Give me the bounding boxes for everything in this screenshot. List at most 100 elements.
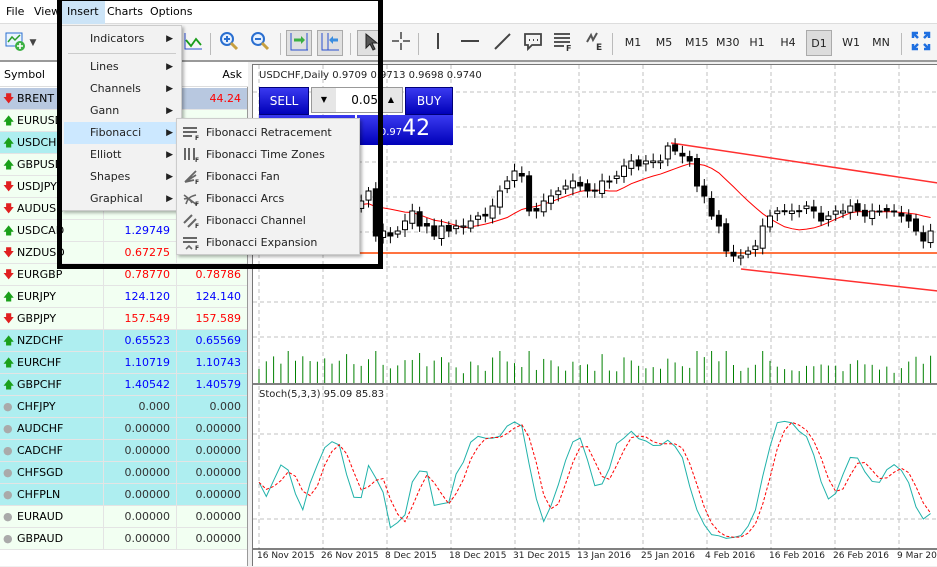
symbol-name: GBPUSD (17, 158, 64, 171)
submenu-item-fibonacci-expansion[interactable]: F Fibonacci Expansion (179, 232, 357, 254)
candle-body (737, 255, 744, 259)
menu-insert[interactable]: Insert (61, 0, 105, 24)
menu-item-elliott[interactable]: Elliott ▶ (64, 144, 179, 166)
ask-price: 157.589 (195, 312, 242, 325)
buy-button[interactable]: BUY (405, 87, 453, 115)
submenu-item-fibonacci-fan[interactable]: F Fibonacci Fan (179, 166, 357, 188)
timeframe-w1[interactable]: W1 (838, 30, 864, 56)
candle-body (416, 211, 423, 227)
fullscreen-icon[interactable] (908, 30, 934, 56)
market-watch-row[interactable]: 🡅 NZDCHF 0.65523 0.65569 (0, 330, 247, 352)
market-watch-row[interactable]: ● CADCHF 0.00000 0.00000 (0, 440, 247, 462)
market-watch-row[interactable]: ● AUDCHF 0.00000 0.00000 (0, 418, 247, 440)
candle-body (584, 183, 591, 192)
candle-body (409, 210, 416, 224)
ask-price: 0.000 (209, 400, 242, 413)
market-watch-row[interactable]: 🡅 EURJPY 124.120 124.140 (0, 286, 247, 308)
market-watch-row[interactable]: 🡅 EURCHF 1.10719 1.10743 (0, 352, 247, 374)
timeframe-m1[interactable]: M1 (620, 30, 646, 56)
menu-options[interactable]: Options (144, 0, 198, 24)
menu-file[interactable]: File (0, 0, 30, 24)
trendline-icon[interactable] (489, 30, 515, 56)
timeframe-d1[interactable]: D1 (806, 30, 832, 56)
column-header-ask[interactable]: Ask (222, 68, 242, 81)
neutral-dot-icon: ● (3, 466, 13, 479)
menu-item-lines[interactable]: Lines ▶ (64, 56, 179, 78)
timeframe-m15[interactable]: M15 (681, 30, 713, 56)
fibonacci-icon[interactable]: F (550, 30, 576, 56)
symbol-name: EURCHF (17, 356, 62, 369)
menu-item-label: Fibonacci (90, 126, 142, 139)
chart-shift-icon[interactable] (317, 30, 343, 56)
candle-body (423, 223, 430, 227)
buy-price-pips: 42 (402, 116, 431, 141)
vertical-line-icon[interactable] (425, 30, 451, 56)
market-watch-row[interactable]: ● EURAUD 0.00000 0.00000 (0, 506, 247, 528)
menu-item-graphical[interactable]: Graphical ▶ (64, 188, 179, 210)
lot-size-input[interactable]: 0.05 (336, 88, 380, 112)
menu-item-indicators[interactable]: Indicators ▶ (64, 28, 179, 50)
menu-item-gann[interactable]: Gann ▶ (64, 100, 179, 122)
menu-item-shapes[interactable]: Shapes ▶ (64, 166, 179, 188)
menu-item-fibonacci[interactable]: Fibonacci ▶ (64, 122, 179, 144)
neutral-dot-icon: ● (3, 510, 13, 523)
candle-body (832, 210, 839, 215)
new-chart-icon[interactable] (2, 30, 28, 56)
zoom-out-icon[interactable] (247, 30, 273, 56)
candle-body (628, 160, 635, 169)
timeframe-mn[interactable]: MN (868, 30, 894, 56)
lot-size-stepper[interactable]: ▼ 0.05 ▲ (311, 87, 403, 113)
symbol-name: AUDUSD (17, 202, 65, 215)
neutral-dot-icon: ● (3, 422, 13, 435)
submenu-item-fibonacci-channel[interactable]: F Fibonacci Channel (179, 210, 357, 232)
neutral-dot-icon: ● (3, 488, 13, 501)
text-label-icon[interactable] (520, 30, 546, 56)
lot-decrease-button[interactable]: ▼ (312, 88, 336, 112)
elliott-icon[interactable]: E (582, 30, 608, 56)
submenu-item-fibonacci-arcs[interactable]: F Fibonacci Arcs (179, 188, 357, 210)
symbol-name: GBPCHF (17, 378, 62, 391)
submenu-item-fibonacci-retracement[interactable]: F Fibonacci Retracement (179, 122, 357, 144)
candle-body (475, 215, 481, 220)
zoom-in-icon[interactable] (216, 30, 242, 56)
candle-body (511, 170, 518, 182)
menu-item-label: Graphical (90, 192, 143, 205)
menu-separator (68, 53, 176, 54)
crosshair-icon[interactable] (388, 30, 414, 56)
menu-charts[interactable]: Charts (101, 0, 149, 24)
cursor-icon[interactable] (357, 30, 383, 56)
line-chart-icon[interactable] (180, 30, 206, 56)
insert-menu-dropdown: Indicators ▶ Lines ▶ Channels ▶ Gann ▶ Fibonacci… (61, 25, 182, 211)
buy-price-display[interactable]: 0.9742 (357, 115, 453, 145)
menu-item-channels[interactable]: Channels ▶ (64, 78, 179, 100)
market-watch-row[interactable]: 🡇 GBPJPY 157.549 157.589 (0, 308, 247, 330)
timeframe-m30[interactable]: M30 (712, 30, 744, 56)
submenu-item-label: Fibonacci Retracement (206, 126, 332, 139)
market-watch-row[interactable]: ● CHFSGD 0.00000 0.00000 (0, 462, 247, 484)
column-header-symbol[interactable]: Symbol (4, 68, 45, 81)
lot-increase-button[interactable]: ▲ (380, 88, 402, 112)
sell-button[interactable]: SELL (259, 87, 309, 115)
auto-scroll-icon[interactable] (286, 30, 312, 56)
candle-body (453, 225, 460, 230)
ask-price: 0.65569 (195, 334, 242, 347)
timeframe-h1[interactable]: H1 (744, 30, 770, 56)
candle-body (686, 156, 693, 162)
candle-body (730, 251, 737, 257)
candle-body (591, 189, 598, 192)
horizontal-line-icon[interactable] (457, 30, 483, 56)
timeframe-h4[interactable]: H4 (775, 30, 801, 56)
arrow-up-icon: 🡅 (3, 334, 15, 347)
market-watch-row[interactable]: 🡇 EURGBP 0.78770 0.78786 (0, 264, 247, 286)
arrow-down-icon: 🡇 (3, 202, 15, 215)
market-watch-row[interactable]: ● CHFJPY 0.000 0.000 (0, 396, 247, 418)
market-watch-row[interactable]: 🡅 GBPCHF 1.40542 1.40579 (0, 374, 247, 396)
submenu-item-fibonacci-time-zones[interactable]: F Fibonacci Time Zones (179, 144, 357, 166)
svg-text:F: F (195, 135, 199, 140)
market-watch-row[interactable]: ● GBPAUD 0.00000 0.00000 (0, 528, 247, 550)
market-watch-row[interactable]: ● CHFPLN 0.00000 0.00000 (0, 484, 247, 506)
menu-item-label: Indicators (90, 32, 145, 45)
timeframe-m5[interactable]: M5 (651, 30, 677, 56)
dropdown-arrow-icon[interactable]: ▼ (26, 30, 40, 56)
symbol-name: EURGBP (17, 268, 63, 281)
